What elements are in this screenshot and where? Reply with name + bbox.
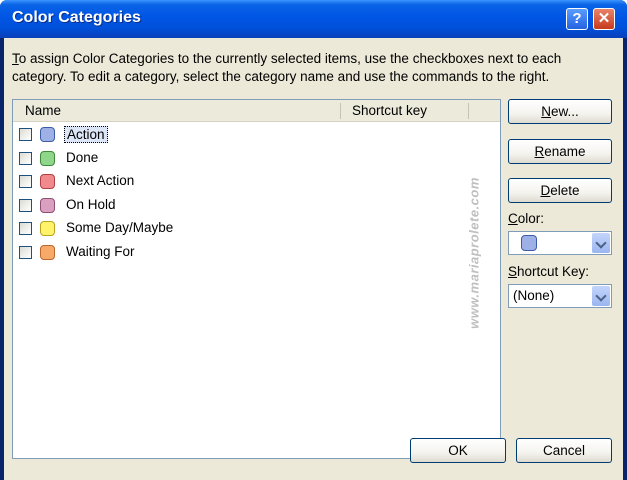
category-checkbox[interactable] [19,198,32,212]
column-header-shortcut[interactable]: Shortcut key [352,103,427,118]
column-divider[interactable] [468,103,469,119]
window-title: Color Categories [12,9,141,26]
category-checkbox[interactable] [19,222,32,235]
help-button[interactable]: ? [566,8,588,30]
category-checkbox[interactable] [19,245,32,259]
column-header-name[interactable]: Name [25,103,61,118]
rename-button[interactable]: Rename [508,139,612,164]
close-button[interactable]: ✕ [593,8,615,30]
column-divider[interactable] [340,103,341,119]
chevron-down-icon[interactable] [592,286,610,306]
category-list[interactable]: Name Shortcut key Action Done Next Action O… [12,99,501,459]
category-name[interactable]: Done [64,150,100,165]
category-name[interactable]: Action [64,126,108,143]
cancel-button[interactable]: Cancel [516,438,612,463]
delete-button-label: Delete [540,183,580,198]
ok-button[interactable]: OK [410,438,506,463]
color-swatch-icon [40,244,55,260]
shortcut-key-label: Shortcut Key: [508,264,590,279]
color-swatch-icon [40,174,55,189]
new-button-label: New... [541,104,579,119]
list-header: Name Shortcut key [13,100,500,122]
color-swatch-icon [40,197,55,213]
category-name[interactable]: Some Day/Maybe [64,220,175,235]
category-name[interactable]: Waiting For [64,244,137,259]
cancel-button-label: Cancel [542,443,586,458]
color-swatch-icon [40,221,55,236]
category-name[interactable]: Next Action [64,173,136,188]
category-name[interactable]: On Hold [64,197,118,212]
shortcut-key-value: (None) [513,288,555,303]
color-label: Color: [508,211,545,226]
dialog-body: To assign Color Categories to the curren… [4,38,623,480]
watermark: www.mariaprolete.com [466,177,482,329]
color-swatch [521,235,537,251]
shortcut-key-dropdown[interactable]: (None) [508,284,612,308]
color-dropdown[interactable] [508,231,612,255]
category-checkbox[interactable] [19,128,32,141]
chevron-down-icon[interactable] [592,233,610,253]
ok-button-label: OK [448,443,468,458]
instructions-text: To assign Color Categories to the curren… [12,51,562,84]
title-bar[interactable]: Color Categories ? ✕ [0,0,627,38]
color-categories-dialog: Color Categories ? ✕ To assign Color Cat… [0,0,627,480]
category-checkbox[interactable] [19,175,32,188]
delete-button[interactable]: Delete [508,178,612,203]
category-checkbox[interactable] [19,151,32,165]
color-swatch-icon [40,127,55,142]
new-button[interactable]: New... [508,99,612,124]
rename-button-label: Rename [534,144,586,159]
color-swatch-icon [40,150,55,166]
